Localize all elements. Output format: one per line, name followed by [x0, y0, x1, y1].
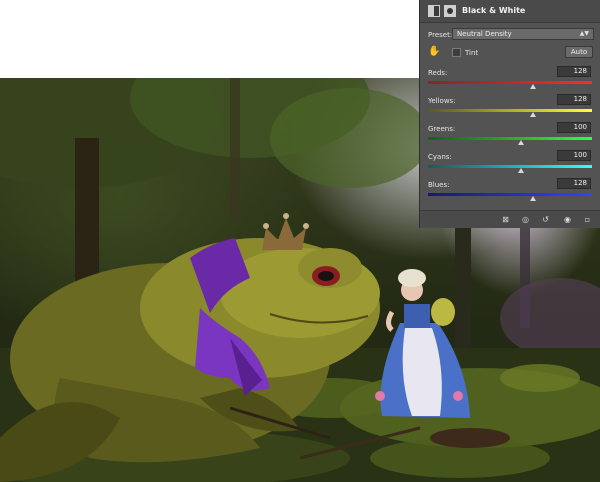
auto-button[interactable]: Auto — [565, 46, 593, 58]
adjustment-layer-icon[interactable] — [428, 5, 440, 17]
panel-footer: ⊠ ◎ ↺ ◉ ▫ — [420, 210, 600, 228]
slider-thumb[interactable] — [529, 112, 536, 117]
slider-thumb[interactable] — [518, 140, 525, 145]
slider-thumb[interactable] — [529, 196, 536, 201]
slider-track[interactable] — [428, 137, 592, 140]
tint-checkbox[interactable] — [452, 48, 461, 57]
slider-track[interactable] — [428, 81, 592, 84]
slider-thumb[interactable] — [518, 168, 525, 173]
slider-label: Cyans: — [428, 153, 452, 161]
slider-value-input[interactable]: 128 — [557, 178, 591, 189]
slider-row: Greens: 100 — [420, 122, 600, 150]
slider-label: Greens: — [428, 125, 456, 133]
dropdown-arrows-icon: ▲▼ — [579, 30, 589, 37]
preset-label: Preset: — [428, 31, 453, 39]
slider-label: Yellows: — [428, 97, 456, 105]
slider-label: Blues: — [428, 181, 450, 189]
slider-label: Reds: — [428, 69, 448, 77]
slider-value-input[interactable]: 100 — [557, 150, 591, 161]
slider-row: Reds: 128 — [420, 66, 600, 94]
panel-header: Black & White — [420, 0, 600, 23]
preset-value: Neutral Density — [457, 30, 512, 38]
slider-track[interactable] — [428, 109, 592, 112]
panel-title: Black & White — [462, 6, 526, 15]
preset-dropdown[interactable]: Neutral Density ▲▼ — [452, 28, 594, 40]
slider-value-input[interactable]: 100 — [557, 122, 591, 133]
view-previous-state-icon[interactable]: ◎ — [520, 214, 531, 225]
slider-row: Blues: 128 — [420, 178, 600, 206]
slider-value-input[interactable]: 128 — [557, 94, 591, 105]
slider-value-input[interactable]: 128 — [557, 66, 591, 77]
layer-mask-icon[interactable] — [444, 5, 456, 17]
slider-track[interactable] — [428, 165, 592, 168]
tint-label: Tint — [465, 49, 479, 57]
slider-track[interactable] — [428, 193, 592, 196]
targeted-adjustment-hand-icon[interactable]: ✋ — [428, 47, 440, 57]
clip-to-layer-icon[interactable]: ⊠ — [500, 214, 511, 225]
reset-icon[interactable]: ↺ — [540, 214, 551, 225]
adjustments-panel: Black & White Preset: Neutral Density ▲▼… — [419, 0, 600, 228]
visibility-eye-icon[interactable]: ◉ — [562, 214, 573, 225]
slider-thumb[interactable] — [529, 84, 536, 89]
slider-row: Yellows: 128 — [420, 94, 600, 122]
trash-icon[interactable]: ▫ — [582, 214, 593, 225]
slider-row: Cyans: 100 — [420, 150, 600, 178]
